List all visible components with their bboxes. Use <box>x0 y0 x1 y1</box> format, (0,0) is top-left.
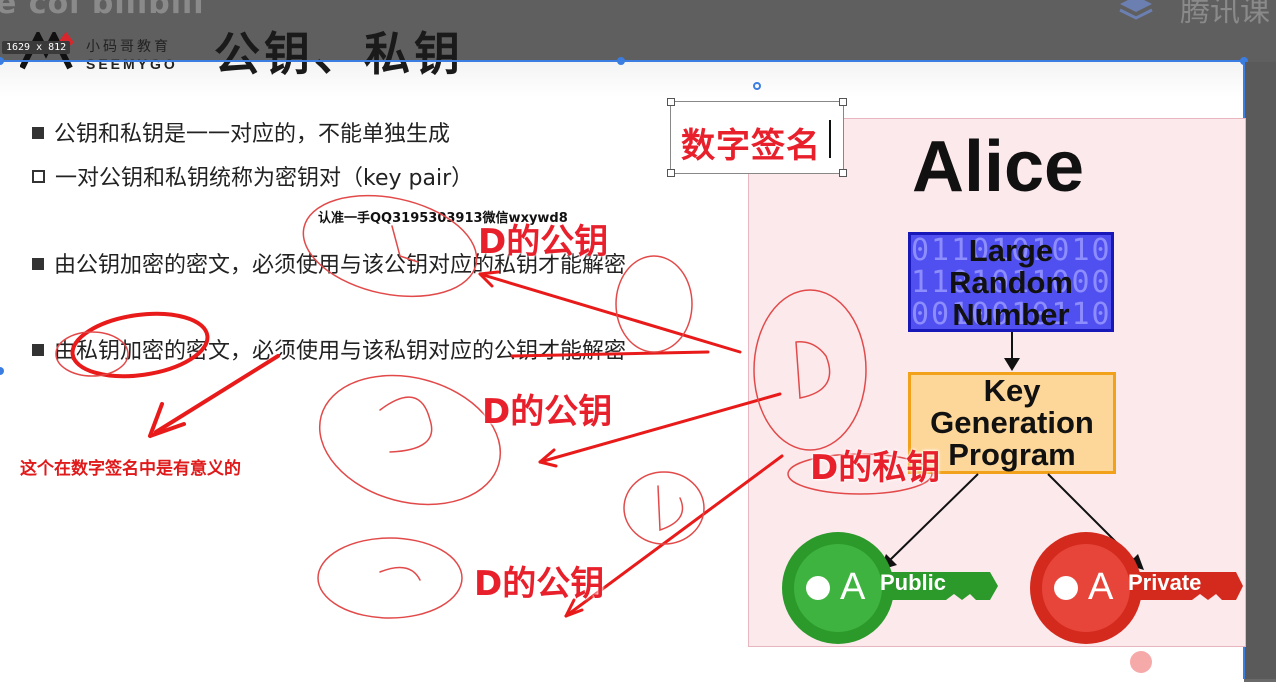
key-generation-label: Key Generation Program <box>911 375 1113 471</box>
video-source-ghost-text: e col bilibili <box>0 0 205 21</box>
right-edge-strip <box>1245 62 1276 679</box>
filled-square-icon <box>32 127 44 139</box>
public-key-letter: A <box>840 566 866 608</box>
slide-title: 公钥、私钥 <box>214 27 464 81</box>
label-line: Key <box>983 373 1041 408</box>
platform-ghost-text: 腾讯课 <box>1180 0 1270 29</box>
bullet-text: 一对公钥和私钥统称为密钥对（key pair） <box>55 166 474 191</box>
public-key-label: Public <box>880 570 947 595</box>
annotation-public-key-top: D的公钥 <box>478 222 609 262</box>
text-box-handle[interactable] <box>667 169 675 177</box>
label-line: Generation <box>930 405 1094 440</box>
bullet-text: 公钥和私钥是一一对应的，不能单独生成 <box>54 122 451 147</box>
annotation-public-key-middle: D的公钥 <box>482 392 613 432</box>
label-line: Number <box>952 297 1070 332</box>
random-number-box: 0110101010 1101011000 0010010110 Large R… <box>908 232 1114 332</box>
text-box-handle[interactable] <box>839 169 847 177</box>
bullet-item: 由私钥加密的密文，必须使用与该私钥对应的公钥才能解密 <box>32 333 626 365</box>
handwritten-note: 这个在数字签名中是有意义的 <box>20 459 241 479</box>
annotation-private-key: D的私钥 <box>810 448 941 488</box>
logo-chinese-name: 小码哥教育 <box>86 39 171 55</box>
text-caret <box>829 120 831 158</box>
bullet-item: 一对公钥和私钥统称为密钥对（key pair） <box>32 160 473 192</box>
annotation-public-key-bottom: D的公钥 <box>474 564 605 604</box>
text-box-content[interactable]: 数字签名 <box>681 118 821 167</box>
random-number-label: Large Random Number <box>911 233 1111 332</box>
filled-square-icon <box>32 258 44 270</box>
label-line: Random <box>949 265 1073 300</box>
private-key-letter: A <box>1088 566 1114 608</box>
stack-icon <box>1119 0 1153 20</box>
selection-handle-top[interactable] <box>617 57 625 65</box>
text-box-handle[interactable] <box>839 98 847 106</box>
selected-text-box[interactable]: 数字签名 <box>670 101 844 174</box>
filled-square-icon <box>32 344 44 356</box>
bullet-text: 由私钥加密的密文，必须使用与该私钥对应的公钥才能解密 <box>54 339 627 364</box>
private-key-label: Private <box>1128 570 1202 595</box>
logo-english-name: SEEMYGO <box>86 56 178 72</box>
diagram-title: Alice <box>912 127 1085 207</box>
label-line: Large <box>968 233 1054 268</box>
hollow-square-icon <box>32 170 45 183</box>
label-line: Program <box>948 437 1076 472</box>
bullet-item: 公钥和私钥是一一对应的，不能单独生成 <box>32 116 450 148</box>
text-box-handle[interactable] <box>667 98 675 106</box>
dimension-badge: 1629 x 812 <box>2 41 71 54</box>
